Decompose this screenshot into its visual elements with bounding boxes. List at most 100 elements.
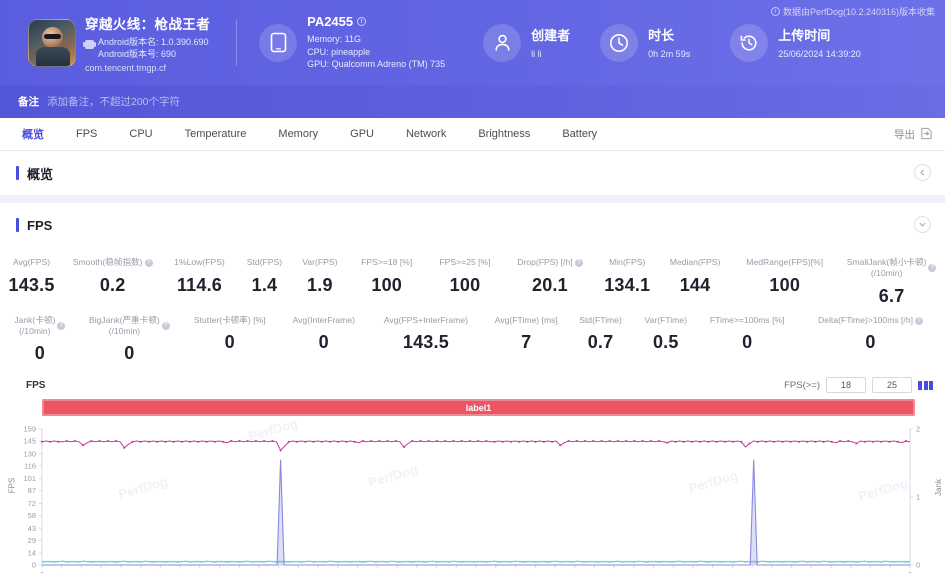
chart-toolbar: FPS FPS(>=) 18 25 bbox=[0, 372, 945, 396]
metric-label: Median(FPS) bbox=[670, 257, 721, 268]
metric-value: 143.5 bbox=[403, 332, 449, 353]
svg-text:2: 2 bbox=[916, 425, 920, 434]
help-icon[interactable]: ? bbox=[162, 322, 170, 330]
tab-battery[interactable]: Battery bbox=[546, 118, 613, 151]
metric-label-text: Smooth(稳帧指数) bbox=[73, 257, 143, 268]
metric-value: 134.1 bbox=[604, 275, 650, 296]
metric-cell: Std(FTime) 0.7 bbox=[568, 309, 633, 366]
help-icon[interactable]: ? bbox=[575, 259, 583, 267]
metric-value: 0.7 bbox=[588, 332, 614, 353]
legend-label-text: label1 bbox=[466, 403, 492, 413]
user-icon bbox=[483, 24, 521, 62]
metric-value: 1.9 bbox=[307, 275, 333, 296]
metric-label-text: Std(FTime) bbox=[579, 315, 622, 326]
collect-version-text: 数据由PerfDog(10.2.240316)版本收集 bbox=[783, 5, 935, 18]
metric-label: FPS>=18 [%] bbox=[361, 257, 412, 268]
svg-text:1: 1 bbox=[916, 493, 920, 502]
metric-cell: Avg(FPS+InterFrame) 143.5 bbox=[367, 309, 484, 366]
metric-value: 0 bbox=[319, 332, 329, 353]
metric-value: 143.5 bbox=[8, 275, 54, 296]
metric-value: 0 bbox=[124, 343, 134, 364]
upload-time-title: 上传时间 bbox=[778, 25, 861, 44]
summary-header: i 数据由PerfDog(10.2.240316)版本收集 穿越火线：枪战王者 … bbox=[0, 0, 945, 85]
chart-legend-label1[interactable]: label1 bbox=[42, 399, 915, 416]
help-icon[interactable]: ? bbox=[57, 322, 65, 330]
clock-icon bbox=[600, 24, 638, 62]
svg-text:PerfDog: PerfDog bbox=[117, 474, 170, 502]
tab-gpu[interactable]: GPU bbox=[334, 118, 390, 151]
export-button[interactable]: 导出 bbox=[894, 118, 933, 151]
metric-label: Std(FPS) bbox=[247, 257, 282, 268]
fps-threshold-low-input[interactable]: 18 bbox=[826, 377, 866, 393]
metric-label-text: Avg(FTime) [ms] bbox=[495, 315, 558, 326]
svg-text:PerfDog: PerfDog bbox=[687, 468, 740, 496]
metric-value: 0.2 bbox=[100, 275, 126, 296]
device-gpu: GPU: Qualcomm Adreno (TM) 735 bbox=[307, 58, 445, 71]
overview-title: 概览 bbox=[27, 164, 53, 183]
note-bar[interactable]: 备注 添加备注，不超过200个字符 bbox=[0, 85, 945, 118]
duration-block: 时长 0h 2m 59s bbox=[600, 24, 690, 62]
collect-version-note: i 数据由PerfDog(10.2.240316)版本收集 bbox=[771, 5, 935, 18]
chart-plot-area[interactable]: FPS Jank 1591451301161018772584329140012… bbox=[0, 421, 945, 573]
metric-cell: FPS>=18 [%] 100 bbox=[348, 251, 426, 309]
svg-text:159: 159 bbox=[23, 425, 36, 434]
metric-label: Var(FPS) bbox=[302, 257, 337, 268]
metric-cell: SmallJank(帧小卡顿) (/10min)? 6.7 bbox=[838, 251, 945, 309]
device-info-icon[interactable]: i bbox=[357, 17, 366, 26]
metric-cell: Min(FPS)134.1 bbox=[596, 251, 659, 309]
metric-cell: Drop(FPS) [/h]?20.1 bbox=[504, 251, 596, 309]
app-name: 穿越火线：枪战王者 bbox=[85, 13, 210, 33]
help-icon[interactable]: ? bbox=[928, 264, 936, 272]
metric-label: SmallJank(帧小卡顿) (/10min)? bbox=[847, 257, 937, 279]
metric-value: 144 bbox=[680, 275, 711, 296]
overview-collapse-button[interactable] bbox=[914, 164, 931, 181]
metric-cell: Stutter(卡顿率) [%]0 bbox=[179, 309, 280, 366]
metric-value: 100 bbox=[450, 275, 481, 296]
info-icon: i bbox=[771, 7, 780, 16]
help-icon[interactable]: ? bbox=[145, 259, 153, 267]
metric-value: 100 bbox=[371, 275, 402, 296]
svg-text:PerfDog: PerfDog bbox=[367, 462, 420, 490]
metric-label: Avg(InterFrame) bbox=[293, 315, 355, 326]
tab-brightness[interactable]: Brightness bbox=[462, 118, 546, 151]
metric-label-text: Delta(FTime)>100ms [/h] bbox=[818, 315, 913, 326]
metric-cell: Jank(卡顿) (/10min)?0 bbox=[0, 309, 80, 366]
metric-value: 100 bbox=[769, 275, 800, 296]
grid-layout-icon[interactable] bbox=[918, 381, 933, 390]
metric-label: MedRange(FPS)[%] bbox=[746, 257, 823, 268]
metric-label: Std(FTime) bbox=[579, 315, 622, 326]
svg-text:PerfDog: PerfDog bbox=[857, 476, 910, 504]
metric-label-text: Avg(FPS+InterFrame) bbox=[384, 315, 468, 326]
tab-temperature[interactable]: Temperature bbox=[169, 118, 263, 151]
metric-label-text: Std(FPS) bbox=[247, 257, 282, 268]
metric-value: 0 bbox=[742, 332, 752, 353]
tab-network[interactable]: Network bbox=[390, 118, 462, 151]
note-input[interactable]: 添加备注，不超过200个字符 bbox=[47, 94, 180, 109]
app-package-name: com.tencent.tmgp.cf bbox=[85, 63, 210, 73]
tab-cpu[interactable]: CPU bbox=[113, 118, 168, 151]
metric-label-text: Jank(卡顿) (/10min) bbox=[14, 315, 55, 337]
tab-fps[interactable]: FPS bbox=[60, 118, 113, 151]
metric-label-text: Var(FPS) bbox=[302, 257, 337, 268]
phone-icon bbox=[259, 24, 297, 62]
tab-memory[interactable]: Memory bbox=[262, 118, 334, 151]
section-accent-bar bbox=[16, 166, 19, 180]
svg-text:145: 145 bbox=[23, 437, 36, 446]
svg-text:0: 0 bbox=[908, 570, 912, 573]
fps-threshold-high-input[interactable]: 25 bbox=[872, 377, 912, 393]
metric-cell: FTime>=100ms [%]0 bbox=[698, 309, 796, 366]
svg-text:0: 0 bbox=[40, 570, 44, 573]
metric-label: Var(FTime) bbox=[645, 315, 688, 326]
metric-label: Jank(卡顿) (/10min)? bbox=[14, 315, 65, 337]
metric-label-text: FPS>=18 [%] bbox=[361, 257, 412, 268]
metric-value: 20.1 bbox=[532, 275, 568, 296]
tab-overview[interactable]: 概览 bbox=[6, 118, 60, 151]
svg-text:14: 14 bbox=[28, 549, 36, 558]
fps-collapse-button[interactable] bbox=[914, 216, 931, 233]
metric-value: 6.7 bbox=[879, 286, 905, 307]
section-gap bbox=[0, 195, 945, 203]
metric-cell: Smooth(稳帧指数)? 0.2 bbox=[63, 251, 162, 309]
metric-label-text: MedRange(FPS)[%] bbox=[746, 257, 823, 268]
help-icon[interactable]: ? bbox=[915, 317, 923, 325]
metric-value: 114.6 bbox=[177, 275, 222, 296]
